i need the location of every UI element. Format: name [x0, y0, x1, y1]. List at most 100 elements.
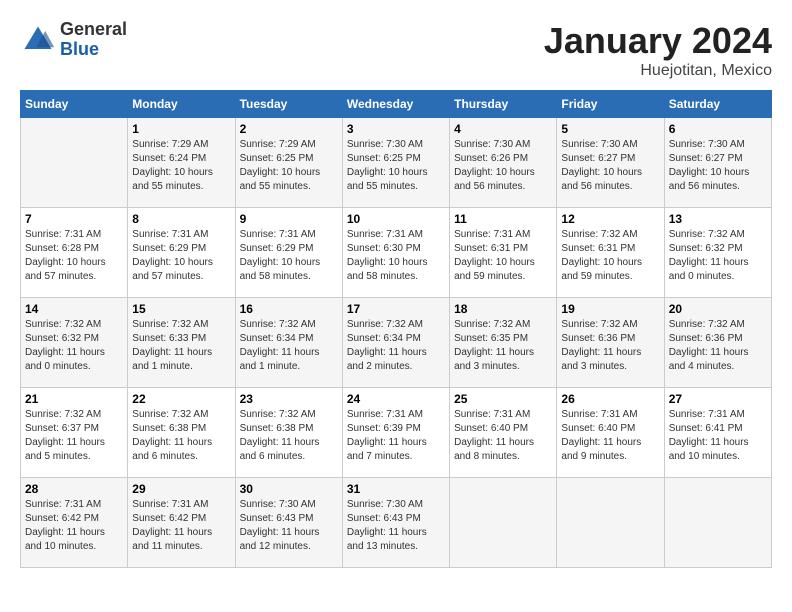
day-info: Sunrise: 7:32 AM Sunset: 6:36 PM Dayligh…	[669, 318, 767, 374]
day-info: Sunrise: 7:31 AM Sunset: 6:40 PM Dayligh…	[561, 408, 659, 464]
calendar-cell: 10 Sunrise: 7:31 AM Sunset: 6:30 PM Dayli…	[342, 208, 449, 298]
day-info: Sunrise: 7:32 AM Sunset: 6:38 PM Dayligh…	[132, 408, 230, 464]
location: Huejotitan, Mexico	[544, 62, 772, 80]
day-number: 14	[25, 302, 123, 316]
calendar-cell	[450, 478, 557, 568]
day-info: Sunrise: 7:32 AM Sunset: 6:37 PM Dayligh…	[25, 408, 123, 464]
day-number: 20	[669, 302, 767, 316]
day-number: 4	[454, 122, 552, 136]
day-number: 8	[132, 212, 230, 226]
day-info: Sunrise: 7:30 AM Sunset: 6:26 PM Dayligh…	[454, 138, 552, 194]
calendar-week-row: 21 Sunrise: 7:32 AM Sunset: 6:37 PM Dayli…	[21, 388, 772, 478]
day-info: Sunrise: 7:31 AM Sunset: 6:29 PM Dayligh…	[132, 228, 230, 284]
calendar-cell: 23 Sunrise: 7:32 AM Sunset: 6:38 PM Dayli…	[235, 388, 342, 478]
calendar-cell: 24Sunrise: 7:31 AM Sunset: 6:39 PM Dayli…	[342, 388, 449, 478]
calendar-cell: 25 Sunrise: 7:31 AM Sunset: 6:40 PM Dayli…	[450, 388, 557, 478]
calendar-cell: 21 Sunrise: 7:32 AM Sunset: 6:37 PM Dayli…	[21, 388, 128, 478]
logo-blue: Blue	[60, 40, 127, 60]
day-number: 16	[240, 302, 338, 316]
day-number: 22	[132, 392, 230, 406]
month-title: January 2024	[544, 20, 772, 62]
day-info: Sunrise: 7:30 AM Sunset: 6:43 PM Dayligh…	[347, 498, 445, 554]
calendar-cell: 26Sunrise: 7:31 AM Sunset: 6:40 PM Dayli…	[557, 388, 664, 478]
day-info: Sunrise: 7:29 AM Sunset: 6:25 PM Dayligh…	[240, 138, 338, 194]
calendar-cell: 8 Sunrise: 7:31 AM Sunset: 6:29 PM Daylig…	[128, 208, 235, 298]
day-info: Sunrise: 7:31 AM Sunset: 6:28 PM Dayligh…	[25, 228, 123, 284]
day-number: 23	[240, 392, 338, 406]
calendar-cell: 27 Sunrise: 7:31 AM Sunset: 6:41 PM Dayli…	[664, 388, 771, 478]
calendar-cell: 9Sunrise: 7:31 AM Sunset: 6:29 PM Daylig…	[235, 208, 342, 298]
calendar-cell: 6 Sunrise: 7:30 AM Sunset: 6:27 PM Daylig…	[664, 118, 771, 208]
day-number: 13	[669, 212, 767, 226]
calendar-week-row: 7 Sunrise: 7:31 AM Sunset: 6:28 PM Daylig…	[21, 208, 772, 298]
weekday-header: Friday	[557, 91, 664, 118]
calendar-cell: 16 Sunrise: 7:32 AM Sunset: 6:34 PM Dayli…	[235, 298, 342, 388]
logo-general: General	[60, 20, 127, 40]
day-info: Sunrise: 7:30 AM Sunset: 6:43 PM Dayligh…	[240, 498, 338, 554]
calendar-cell: 31 Sunrise: 7:30 AM Sunset: 6:43 PM Dayli…	[342, 478, 449, 568]
logo-icon	[20, 22, 56, 58]
calendar-cell: 1Sunrise: 7:29 AM Sunset: 6:24 PM Daylig…	[128, 118, 235, 208]
weekday-header: Sunday	[21, 91, 128, 118]
calendar-cell: 7 Sunrise: 7:31 AM Sunset: 6:28 PM Daylig…	[21, 208, 128, 298]
day-number: 12	[561, 212, 659, 226]
day-number: 3	[347, 122, 445, 136]
calendar-cell: 15 Sunrise: 7:32 AM Sunset: 6:33 PM Dayli…	[128, 298, 235, 388]
day-info: Sunrise: 7:31 AM Sunset: 6:39 PM Dayligh…	[347, 408, 445, 464]
calendar-table: SundayMondayTuesdayWednesdayThursdayFrid…	[20, 90, 772, 568]
day-info: Sunrise: 7:32 AM Sunset: 6:32 PM Dayligh…	[25, 318, 123, 374]
day-info: Sunrise: 7:31 AM Sunset: 6:31 PM Dayligh…	[454, 228, 552, 284]
calendar-cell: 2 Sunrise: 7:29 AM Sunset: 6:25 PM Daylig…	[235, 118, 342, 208]
day-number: 31	[347, 482, 445, 496]
day-number: 7	[25, 212, 123, 226]
weekday-header: Tuesday	[235, 91, 342, 118]
calendar-cell: 4 Sunrise: 7:30 AM Sunset: 6:26 PM Daylig…	[450, 118, 557, 208]
day-number: 21	[25, 392, 123, 406]
calendar-cell: 19Sunrise: 7:32 AM Sunset: 6:36 PM Dayli…	[557, 298, 664, 388]
day-info: Sunrise: 7:31 AM Sunset: 6:42 PM Dayligh…	[25, 498, 123, 554]
day-info: Sunrise: 7:31 AM Sunset: 6:41 PM Dayligh…	[669, 408, 767, 464]
day-number: 10	[347, 212, 445, 226]
calendar-cell: 13 Sunrise: 7:32 AM Sunset: 6:32 PM Dayli…	[664, 208, 771, 298]
day-number: 2	[240, 122, 338, 136]
day-info: Sunrise: 7:32 AM Sunset: 6:36 PM Dayligh…	[561, 318, 659, 374]
weekday-header-row: SundayMondayTuesdayWednesdayThursdayFrid…	[21, 91, 772, 118]
calendar-cell: 5Sunrise: 7:30 AM Sunset: 6:27 PM Daylig…	[557, 118, 664, 208]
day-info: Sunrise: 7:32 AM Sunset: 6:32 PM Dayligh…	[669, 228, 767, 284]
day-number: 9	[240, 212, 338, 226]
calendar-cell	[21, 118, 128, 208]
day-info: Sunrise: 7:32 AM Sunset: 6:33 PM Dayligh…	[132, 318, 230, 374]
day-info: Sunrise: 7:31 AM Sunset: 6:30 PM Dayligh…	[347, 228, 445, 284]
calendar-cell: 12Sunrise: 7:32 AM Sunset: 6:31 PM Dayli…	[557, 208, 664, 298]
day-number: 5	[561, 122, 659, 136]
logo-text: General Blue	[60, 20, 127, 60]
calendar-cell	[664, 478, 771, 568]
calendar-week-row: 1Sunrise: 7:29 AM Sunset: 6:24 PM Daylig…	[21, 118, 772, 208]
calendar-cell: 14 Sunrise: 7:32 AM Sunset: 6:32 PM Dayli…	[21, 298, 128, 388]
day-info: Sunrise: 7:32 AM Sunset: 6:35 PM Dayligh…	[454, 318, 552, 374]
calendar-cell: 17Sunrise: 7:32 AM Sunset: 6:34 PM Dayli…	[342, 298, 449, 388]
day-number: 17	[347, 302, 445, 316]
calendar-cell: 22 Sunrise: 7:32 AM Sunset: 6:38 PM Dayli…	[128, 388, 235, 478]
calendar-week-row: 28Sunrise: 7:31 AM Sunset: 6:42 PM Dayli…	[21, 478, 772, 568]
weekday-header: Wednesday	[342, 91, 449, 118]
day-info: Sunrise: 7:30 AM Sunset: 6:25 PM Dayligh…	[347, 138, 445, 194]
day-info: Sunrise: 7:30 AM Sunset: 6:27 PM Dayligh…	[669, 138, 767, 194]
day-info: Sunrise: 7:31 AM Sunset: 6:40 PM Dayligh…	[454, 408, 552, 464]
calendar-cell: 28Sunrise: 7:31 AM Sunset: 6:42 PM Dayli…	[21, 478, 128, 568]
weekday-header: Saturday	[664, 91, 771, 118]
weekday-header: Thursday	[450, 91, 557, 118]
day-number: 11	[454, 212, 552, 226]
day-info: Sunrise: 7:32 AM Sunset: 6:38 PM Dayligh…	[240, 408, 338, 464]
day-number: 6	[669, 122, 767, 136]
day-number: 30	[240, 482, 338, 496]
day-number: 25	[454, 392, 552, 406]
day-number: 29	[132, 482, 230, 496]
calendar-cell: 30 Sunrise: 7:30 AM Sunset: 6:43 PM Dayli…	[235, 478, 342, 568]
day-number: 15	[132, 302, 230, 316]
day-number: 18	[454, 302, 552, 316]
day-info: Sunrise: 7:32 AM Sunset: 6:34 PM Dayligh…	[240, 318, 338, 374]
day-number: 27	[669, 392, 767, 406]
calendar-cell: 3 Sunrise: 7:30 AM Sunset: 6:25 PM Daylig…	[342, 118, 449, 208]
calendar-cell	[557, 478, 664, 568]
